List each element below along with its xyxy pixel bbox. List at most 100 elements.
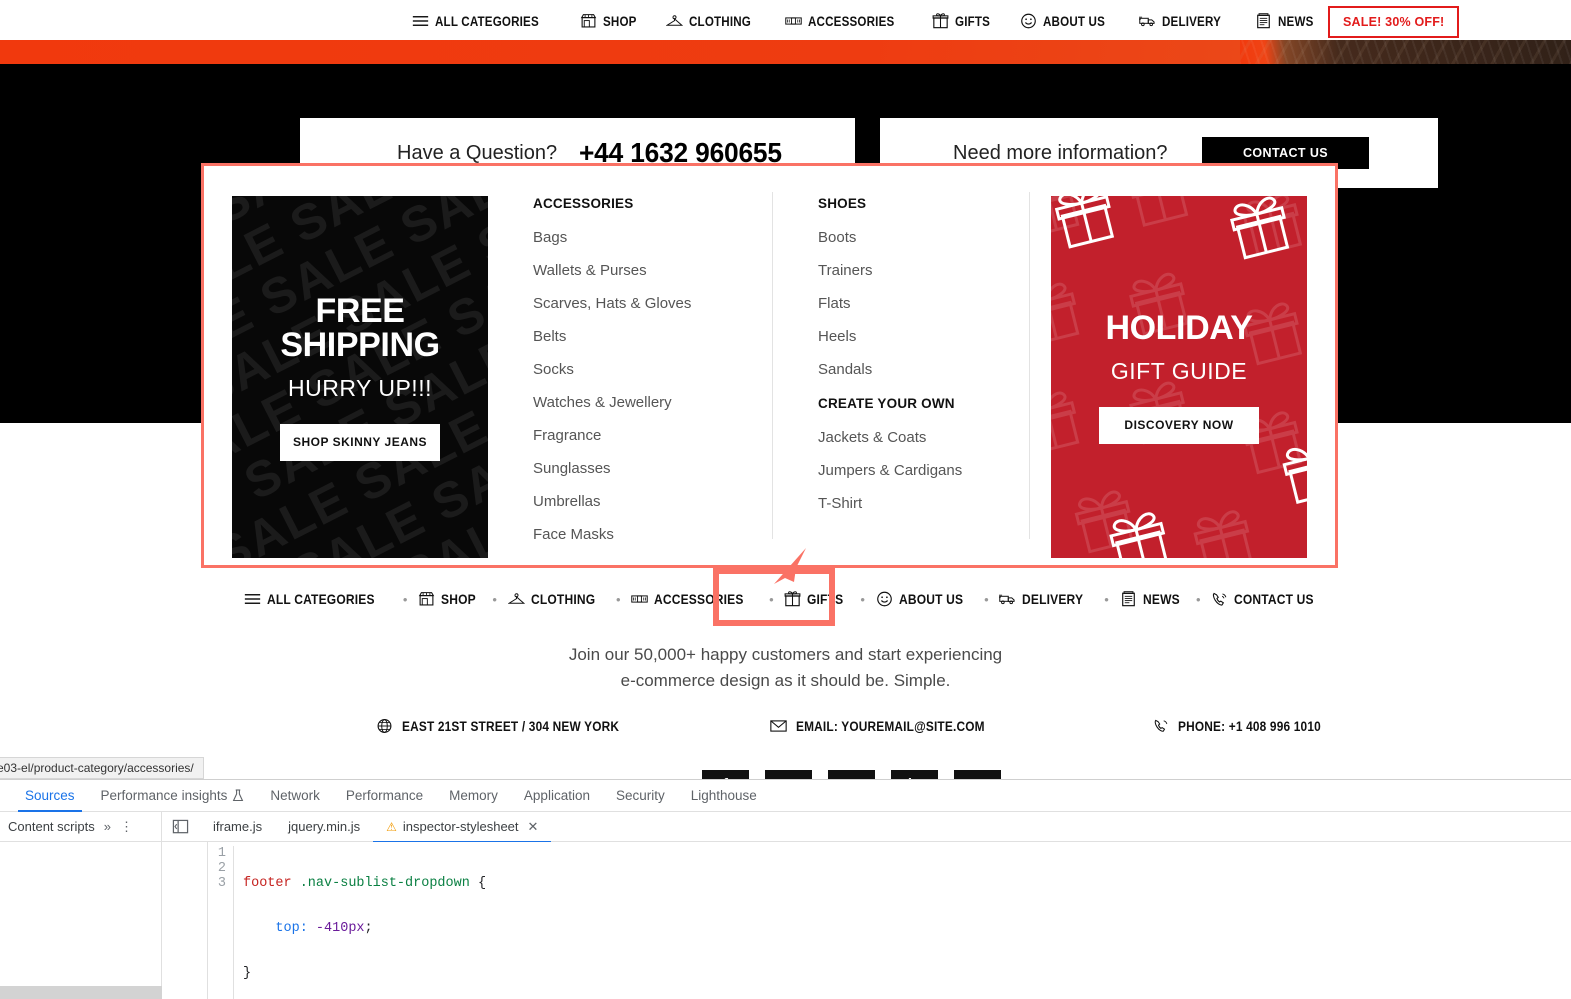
- footnav-item-about-us[interactable]: ABOUT US: [876, 591, 974, 607]
- footer-email[interactable]: EMAIL: YOUREMAIL@SITE.COM: [770, 718, 1010, 734]
- close-icon[interactable]: ✕: [528, 819, 539, 835]
- dropdown-link-accessories[interactable]: Face Masks: [533, 526, 773, 543]
- devtools-tab-bar: Sources Performance insights Network Perfor…: [0, 780, 1571, 812]
- devtools-tab-sources[interactable]: Sources: [12, 780, 88, 812]
- topnav-item-about-us[interactable]: ABOUT US: [1020, 13, 1115, 29]
- promo-title: HOLIDAY: [1105, 308, 1253, 347]
- dropdown-link-accessories[interactable]: Fragrance: [533, 427, 773, 444]
- shop-skinny-jeans-button[interactable]: SHOP SKINNY JEANS: [280, 423, 440, 461]
- dropdown-link-create-your-own[interactable]: Jackets & Coats: [818, 429, 1030, 446]
- topnav-item-all-categories[interactable]: ALL CATEGORIES: [412, 13, 556, 29]
- dropdown-link-shoes[interactable]: Sandals: [818, 361, 1030, 378]
- devtools-body: ofiler 1 2 3 footer .nav-sublist-dropdow…: [0, 842, 1571, 999]
- topnav-item-shop[interactable]: SHOP: [580, 13, 642, 29]
- footnav-item-all-categories[interactable]: ALL CATEGORIES: [244, 591, 392, 607]
- watermark-row: SALE SALE SALE SALE SALE: [232, 196, 488, 233]
- code-content[interactable]: footer .nav-sublist-dropdown { top: -410…: [234, 846, 486, 999]
- top-navigation-bar: ALL CATEGORIES SHOP CLOTHING ACCESSORIES GIF…: [0, 0, 1571, 42]
- footnav-separator: •: [492, 591, 497, 607]
- footnav-item-label: ABOUT US: [898, 591, 963, 607]
- toggle-navigator-icon[interactable]: [172, 819, 189, 834]
- devtools-file-tab-jquery-min-js[interactable]: jquery.min.js: [275, 812, 373, 842]
- promo-subtitle: GIFT GUIDE: [1110, 357, 1248, 384]
- watermark-row: SALE SALE SALE SALE SALE: [253, 278, 488, 558]
- dropdown-link-accessories[interactable]: Sunglasses: [533, 460, 773, 477]
- topnav-item-clothing[interactable]: CLOTHING: [665, 13, 761, 29]
- code-line: }: [243, 966, 486, 981]
- footnav-item-gifts[interactable]: GIFTS: [784, 591, 849, 607]
- topnav-item-delivery[interactable]: DELIVERY: [1139, 13, 1231, 29]
- dropdown-link-shoes[interactable]: Flats: [818, 295, 1030, 312]
- footer-phone[interactable]: PHONE: +1 408 996 1010: [1152, 718, 1340, 734]
- holiday-gift-guide-promo-card[interactable]: HOLIDAY GIFT GUIDE DISCOVERY NOW: [1051, 196, 1307, 558]
- footer-address[interactable]: EAST 21ST STREET / 304 NEW YORK: [376, 718, 649, 734]
- devtools-tab-memory[interactable]: Memory: [436, 780, 511, 812]
- dropdown-link-shoes[interactable]: Heels: [818, 328, 1030, 345]
- watermark-row: SALE SALE SALE SALE SALE: [330, 297, 488, 558]
- devtools-tab-performance-insights[interactable]: Performance insights: [88, 780, 258, 812]
- navigator-selected-row[interactable]: [0, 986, 162, 999]
- devtools-tab-performance[interactable]: Performance: [333, 780, 436, 812]
- line-number: 1: [217, 846, 226, 861]
- dropdown-link-shoes[interactable]: Trainers: [818, 262, 1030, 279]
- footnav-item-news[interactable]: NEWS: [1120, 591, 1186, 607]
- store-icon: [418, 591, 435, 607]
- devtools-navigator-sidebar[interactable]: ofiler: [0, 842, 162, 999]
- devtools-tab-label: Application: [523, 788, 590, 803]
- devtools-file-tab-label: iframe.js: [213, 819, 263, 834]
- dropdown-link-accessories[interactable]: Wallets & Purses: [533, 262, 773, 279]
- css-value-token: -410px: [307, 921, 365, 936]
- free-shipping-promo-card[interactable]: SALE SALE SALE SALE SALE SALE SALE SALE …: [232, 196, 488, 558]
- line-number: 2: [217, 861, 226, 876]
- devtools-code-editor[interactable]: 1 2 3 footer .nav-sublist-dropdown { top…: [208, 842, 1571, 999]
- sale-promo-button[interactable]: SALE! 30% OFF!: [1328, 6, 1460, 38]
- tagline-line-2: e-commerce design as it should be. Simpl…: [620, 670, 951, 690]
- footer-contact-row: EAST 21ST STREET / 304 NEW YORK EMAIL: Y…: [0, 718, 1571, 742]
- footnav-item-accessories[interactable]: ACCESSORIES: [631, 591, 758, 607]
- dropdown-link-accessories[interactable]: Belts: [533, 328, 773, 345]
- devtools-tab-label: Network: [270, 788, 320, 803]
- dropdown-column-shoes: SHOES Boots Trainers Flats Heels Sandals CRE…: [773, 192, 1030, 539]
- footnav-item-shop[interactable]: SHOP: [418, 591, 481, 607]
- devtools-file-tab-inspector-stylesheet[interactable]: ⚠ inspector-stylesheet ✕: [373, 812, 552, 843]
- footnav-item-contact-us[interactable]: CONTACT US: [1211, 591, 1327, 607]
- devtools-file-tab-iframe-js[interactable]: iframe.js: [200, 812, 275, 842]
- dropdown-link-accessories[interactable]: Socks: [533, 361, 773, 378]
- css-brace-token: {: [469, 876, 487, 891]
- smiley-icon: [876, 591, 893, 607]
- footnav-item-label: SHOP: [441, 591, 476, 607]
- store-icon: [580, 13, 597, 29]
- footnav-item-label: ALL CATEGORIES: [266, 591, 375, 607]
- devtools-tab-label: Security: [615, 788, 665, 803]
- navigator-header[interactable]: Content scripts » ⋮: [0, 811, 162, 842]
- chevron-right-icon[interactable]: »: [104, 819, 111, 834]
- dropdown-link-accessories[interactable]: Umbrellas: [533, 493, 773, 510]
- promo-subtitle: HURRY UP!!!: [288, 374, 432, 401]
- footnav-item-label: NEWS: [1142, 591, 1180, 607]
- devtools-tab-security[interactable]: Security: [603, 780, 678, 812]
- dropdown-link-create-your-own[interactable]: Jumpers & Cardigans: [818, 462, 1030, 479]
- css-semicolon-token: ;: [364, 921, 373, 936]
- devtools-file-tab-label: inspector-stylesheet: [402, 819, 519, 834]
- discovery-now-button[interactable]: DISCOVERY NOW: [1099, 406, 1259, 444]
- devtools-tab-label: Lighthouse: [690, 788, 757, 803]
- devtools-tab-lighthouse[interactable]: Lighthouse: [678, 780, 770, 812]
- devtools-tab-application[interactable]: Application: [511, 780, 603, 812]
- topnav-item-accessories[interactable]: ACCESSORIES: [785, 13, 908, 29]
- tagline-line-1: Join our 50,000+ happy customers and sta…: [568, 645, 1003, 664]
- dropdown-link-create-your-own[interactable]: T-Shirt: [818, 495, 1030, 512]
- dropdown-link-accessories[interactable]: Bags: [533, 229, 773, 246]
- dropdown-link-accessories[interactable]: Scarves, Hats & Gloves: [533, 295, 773, 312]
- line-number: 3: [217, 876, 226, 891]
- footnav-item-clothing[interactable]: CLOTHING: [507, 591, 606, 607]
- code-line: top: -410px;: [243, 921, 486, 936]
- topnav-item-news[interactable]: NEWS: [1255, 13, 1319, 29]
- newspaper-icon: [1120, 591, 1137, 607]
- dropdown-link-accessories[interactable]: Watches & Jewellery: [533, 394, 773, 411]
- footnav-item-delivery[interactable]: DELIVERY: [999, 591, 1093, 607]
- hero-photo: [1240, 40, 1571, 66]
- devtools-tab-network[interactable]: Network: [257, 780, 333, 812]
- more-options-icon[interactable]: ⋮: [120, 819, 133, 835]
- dropdown-link-shoes[interactable]: Boots: [818, 229, 1030, 246]
- topnav-item-gifts[interactable]: GIFTS: [932, 13, 996, 29]
